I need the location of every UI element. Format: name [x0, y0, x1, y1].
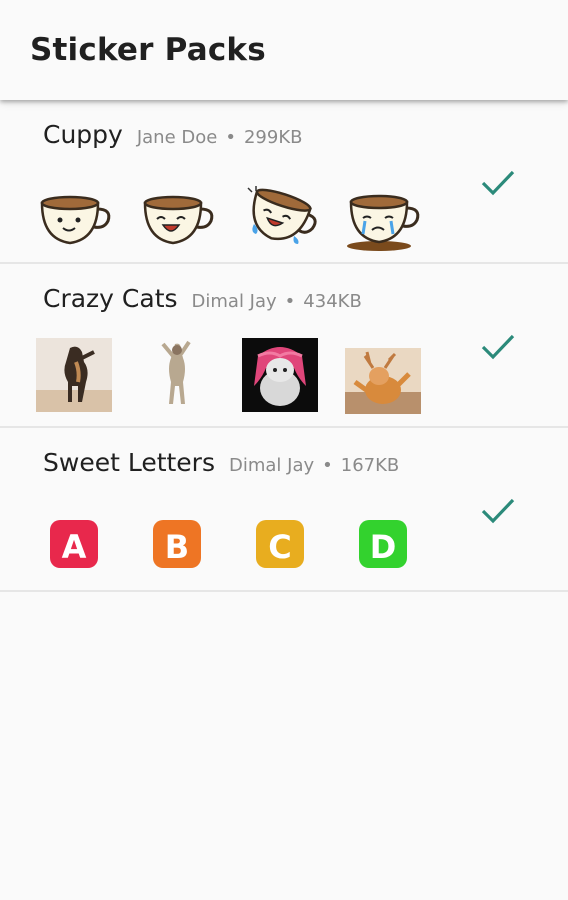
letter-b-text: B [165, 528, 189, 566]
cup-cry-laughing-sticker [247, 186, 317, 244]
sticker-pack-crazy-cats[interactable]: Crazy Cats Dimal Jay • 434KB [0, 264, 568, 428]
letter-b-sticker: B [153, 520, 201, 568]
pack-meta: Dimal Jay • 434KB [192, 291, 362, 312]
letter-d-sticker: D [359, 520, 407, 568]
letter-d-text: D [370, 528, 397, 566]
check-icon [481, 498, 515, 524]
page-title: Sticker Packs [30, 32, 266, 68]
pack-name: Crazy Cats [43, 284, 178, 313]
pack-publisher: Jane Doe [136, 127, 218, 148]
pack-publisher: Dimal Jay [229, 455, 315, 476]
pack-meta: Dimal Jay • 167KB [229, 455, 399, 476]
cup-laugh-sticker [143, 195, 214, 245]
cat-dancing-sticker [161, 340, 191, 404]
meta-separator: • [284, 291, 296, 312]
sticker-preview-row: A B C D [36, 502, 436, 582]
letter-c-text: C [268, 528, 291, 566]
cat-antlers-sticker [345, 348, 421, 414]
check-icon [481, 170, 515, 196]
sticker-preview-row [36, 174, 436, 254]
letter-a-sticker: A [50, 520, 98, 568]
pack-size: 167KB [340, 455, 400, 476]
cat-pink-wig-sticker [242, 338, 318, 412]
meta-separator: • [322, 455, 333, 476]
pack-header: Crazy Cats Dimal Jay • 434KB [43, 284, 362, 313]
letter-a-text: A [62, 528, 87, 566]
pack-publisher: Dimal Jay [191, 291, 277, 312]
sticker-pack-list: Cuppy Jane Doe • 299KB Crazy Cats Dimal … [0, 100, 568, 592]
sticker-pack-cuppy[interactable]: Cuppy Jane Doe • 299KB [0, 100, 568, 264]
pack-header: Cuppy Jane Doe • 299KB [43, 120, 302, 149]
cat-standing-sticker [36, 338, 112, 412]
pack-size: 299KB [243, 127, 303, 148]
pack-name: Sweet Letters [43, 448, 215, 477]
sticker-preview-row [36, 338, 436, 418]
pack-meta: Jane Doe • 299KB [137, 127, 303, 148]
pack-header: Sweet Letters Dimal Jay • 167KB [43, 448, 399, 477]
sticker-pack-sweet-letters[interactable]: Sweet Letters Dimal Jay • 167KB A B C D [0, 428, 568, 592]
meta-separator: • [225, 127, 236, 148]
cup-smile-sticker [40, 195, 111, 245]
cup-crying-sticker [347, 194, 420, 251]
pack-name: Cuppy [43, 120, 123, 149]
check-icon [481, 334, 515, 360]
app-bar: Sticker Packs [0, 0, 568, 100]
letter-c-sticker: C [256, 520, 304, 568]
pack-size: 434KB [303, 291, 362, 312]
